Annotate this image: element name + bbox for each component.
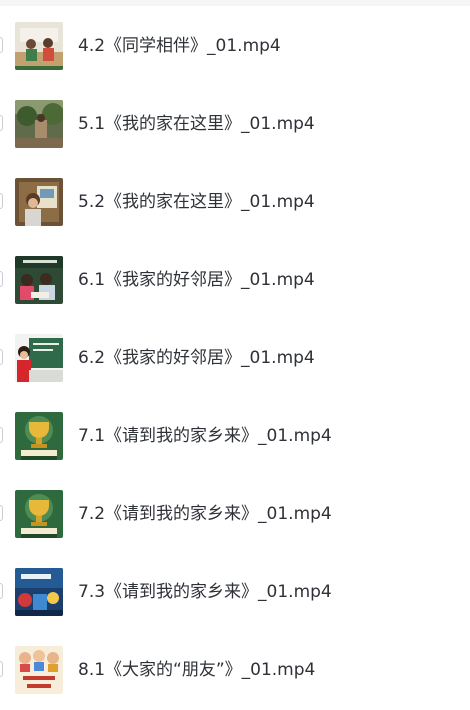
file-row[interactable]: 8.1《大家的“朋友”》_01.mp4 [0, 632, 470, 710]
row-checkbox[interactable] [0, 271, 3, 287]
trophy-green-thumbnail[interactable] [15, 412, 63, 460]
row-checkbox[interactable] [0, 505, 3, 521]
row-checkbox[interactable] [0, 37, 3, 53]
trophy-green-thumbnail[interactable] [15, 490, 63, 538]
file-name[interactable]: 7.3《请到我的家乡来》_01.mp4 [78, 580, 332, 604]
file-name[interactable]: 4.2《同学相伴》_01.mp4 [78, 34, 281, 58]
file-row[interactable]: 4.2《同学相伴》_01.mp4 [0, 8, 470, 86]
file-name[interactable]: 7.1《请到我的家乡来》_01.mp4 [78, 424, 332, 448]
row-checkbox[interactable] [0, 583, 3, 599]
cartoon-children-thumbnail[interactable] [15, 646, 63, 694]
file-row[interactable]: 5.2《我的家在这里》_01.mp4 [0, 164, 470, 242]
file-row[interactable]: 6.2《我家的好邻居》_01.mp4 [0, 320, 470, 398]
file-name[interactable]: 5.1《我的家在这里》_01.mp4 [78, 112, 315, 136]
child-with-picture-thumbnail[interactable] [15, 178, 63, 226]
file-list: 4.2《同学相伴》_01.mp4 5.1《我的家在这里》_01.mp4 5.2《… [0, 8, 470, 710]
file-name[interactable]: 6.1《我家的好邻居》_01.mp4 [78, 268, 315, 292]
file-row[interactable]: 7.3《请到我的家乡来》_01.mp4 [0, 554, 470, 632]
row-checkbox[interactable] [0, 115, 3, 131]
file-row[interactable]: 7.2《请到我的家乡来》_01.mp4 [0, 476, 470, 554]
blue-title-card-thumbnail[interactable] [15, 568, 63, 616]
file-row[interactable]: 5.1《我的家在这里》_01.mp4 [0, 86, 470, 164]
top-divider [0, 0, 470, 6]
file-name[interactable]: 7.2《请到我的家乡来》_01.mp4 [78, 502, 332, 526]
file-name[interactable]: 6.2《我家的好邻居》_01.mp4 [78, 346, 315, 370]
row-checkbox[interactable] [0, 193, 3, 209]
row-checkbox[interactable] [0, 427, 3, 443]
file-row[interactable]: 6.1《我家的好邻居》_01.mp4 [0, 242, 470, 320]
file-name[interactable]: 5.2《我的家在这里》_01.mp4 [78, 190, 315, 214]
teacher-blackboard-thumbnail[interactable] [15, 334, 63, 382]
row-checkbox[interactable] [0, 349, 3, 365]
neighbors-reading-thumbnail[interactable] [15, 256, 63, 304]
classroom-students-thumbnail[interactable] [15, 22, 63, 70]
file-row[interactable]: 7.1《请到我的家乡来》_01.mp4 [0, 398, 470, 476]
row-checkbox[interactable] [0, 661, 3, 677]
garden-home-thumbnail[interactable] [15, 100, 63, 148]
file-name[interactable]: 8.1《大家的“朋友”》_01.mp4 [78, 658, 315, 682]
